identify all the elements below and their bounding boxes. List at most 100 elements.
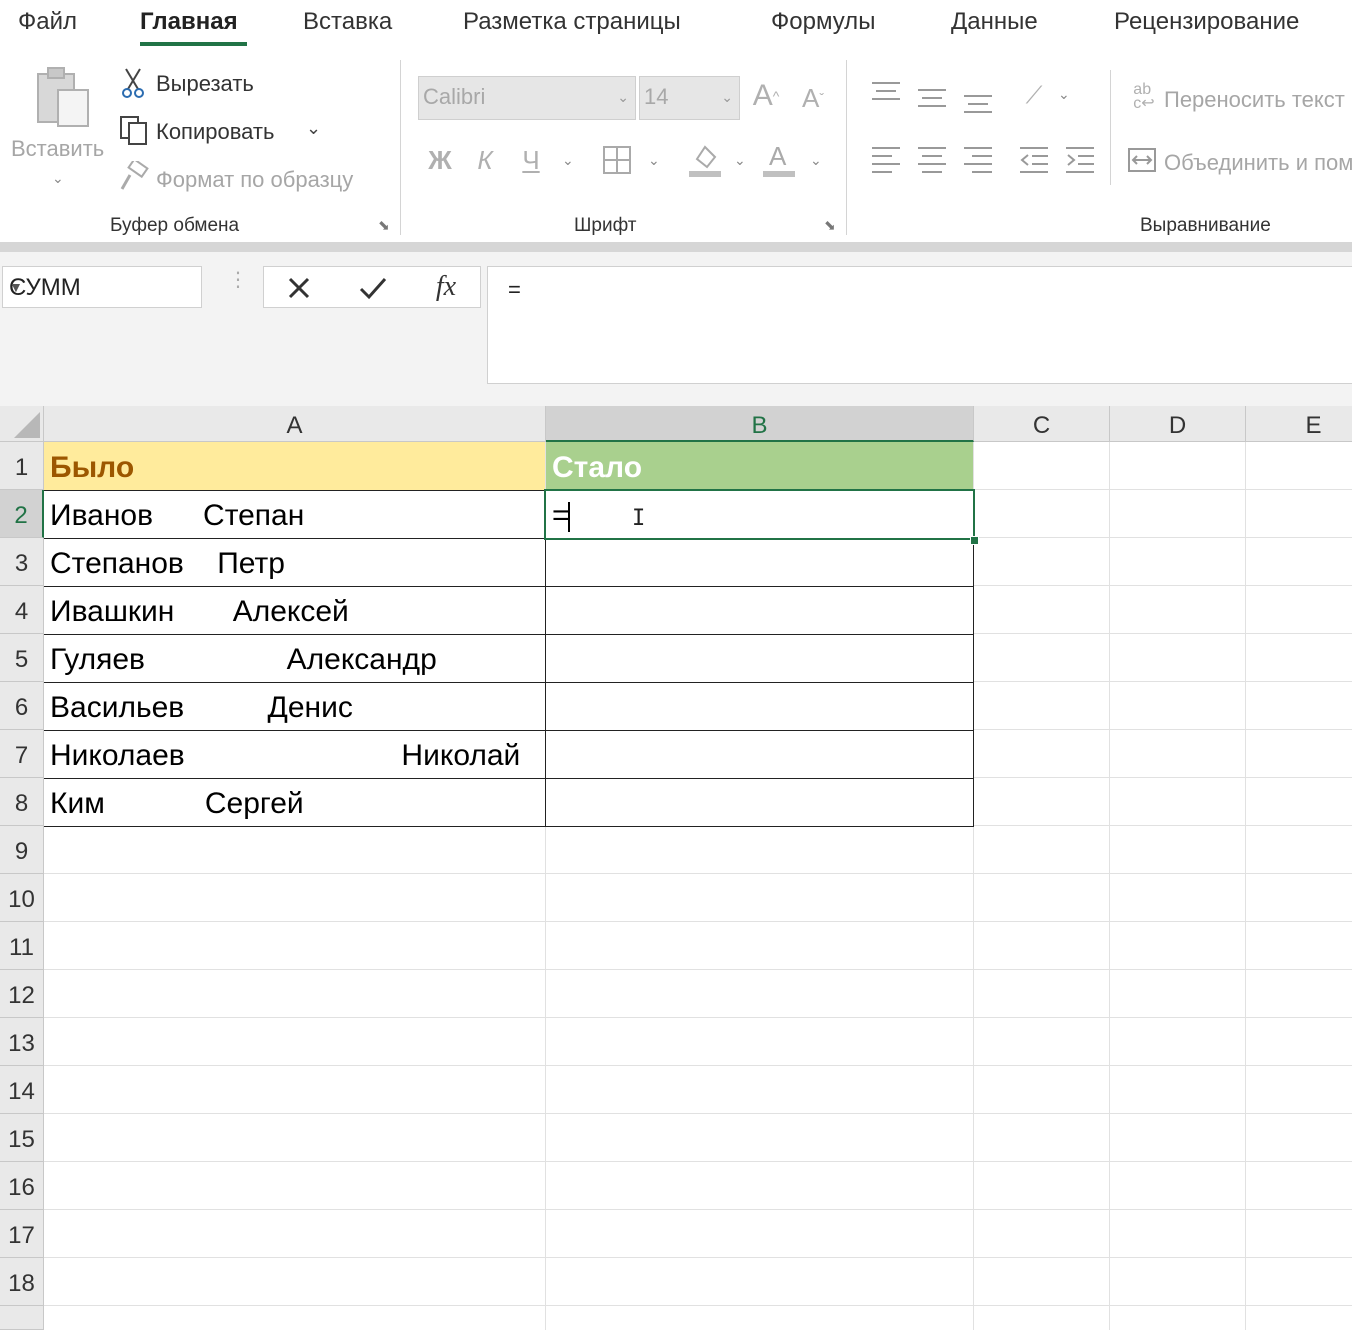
scissors-icon[interactable] (118, 66, 148, 100)
align-bottom-icon[interactable] (960, 88, 996, 118)
font-size-combo[interactable]: 14 ⌄ (639, 76, 740, 120)
row-header[interactable]: 5 (0, 634, 44, 682)
fill-handle[interactable] (970, 536, 979, 545)
align-right-icon[interactable] (960, 142, 996, 176)
row-header[interactable]: 8 (0, 778, 44, 826)
row-header[interactable]: 9 (0, 826, 44, 874)
cell-a7[interactable]: Николаев Николай (44, 730, 545, 778)
gridline (44, 1161, 1352, 1162)
table-border (44, 826, 974, 827)
row-header[interactable]: 10 (0, 874, 44, 922)
cancel-icon[interactable] (284, 273, 314, 303)
row-header[interactable]: 7 (0, 730, 44, 778)
gridline (1109, 442, 1110, 1330)
fill-color-icon[interactable] (688, 140, 722, 180)
row-header[interactable]: 13 (0, 1018, 44, 1066)
insert-function-icon[interactable]: fx (426, 269, 466, 305)
underline-chevron-icon[interactable]: ⌄ (562, 152, 574, 169)
column-header-b[interactable]: B (546, 406, 974, 442)
bold-button[interactable]: Ж (424, 142, 456, 178)
enter-check-icon[interactable] (356, 273, 390, 303)
cut-button[interactable]: Вырезать (156, 71, 254, 97)
cell-a8[interactable]: Ким Сергей (44, 778, 545, 826)
row-header[interactable]: 6 (0, 682, 44, 730)
gridline (44, 969, 1352, 970)
decrease-font-icon[interactable]: Aˇ (796, 80, 830, 116)
gridline (974, 585, 1352, 586)
wrap-text-icon[interactable]: ab c↩ (1128, 80, 1160, 114)
spreadsheet-grid[interactable]: A B C D E 1 2 3 4 5 6 7 8 9 10 11 12 13 … (0, 406, 1352, 1330)
font-launcher-icon[interactable]: ⬊ (824, 218, 838, 232)
cell-a5[interactable]: Гуляев Александр (44, 634, 545, 682)
copy-button[interactable]: Копировать (156, 119, 274, 145)
font-color-icon[interactable]: A (762, 140, 796, 180)
row-header[interactable]: 18 (0, 1258, 44, 1306)
column-header-e[interactable]: E (1246, 406, 1352, 442)
align-middle-icon[interactable] (914, 84, 950, 114)
decrease-indent-icon[interactable] (1016, 142, 1052, 176)
name-box[interactable]: СУММ ▼ (2, 266, 202, 308)
cell-b1-header[interactable]: Стало (546, 442, 973, 490)
cell-a2[interactable]: Иванов Степан (44, 490, 545, 538)
row-header[interactable]: 11 (0, 922, 44, 970)
font-color-chevron-icon[interactable]: ⌄ (810, 152, 822, 169)
column-header-a[interactable]: A (44, 406, 546, 442)
paste-chevron-icon[interactable]: ⌄ (52, 170, 64, 187)
tab-file[interactable]: Файл (18, 8, 77, 36)
gridline (974, 537, 1352, 538)
tab-data[interactable]: Данные (951, 8, 1038, 36)
chevron-down-icon: ⌄ (721, 89, 733, 105)
increase-indent-icon[interactable] (1062, 142, 1098, 176)
row-header[interactable]: 2 (0, 490, 44, 538)
italic-button[interactable]: К (470, 142, 500, 178)
merge-icon[interactable] (1126, 144, 1158, 176)
wrap-text-button[interactable]: Переносить текст (1164, 87, 1352, 113)
column-header-d[interactable]: D (1110, 406, 1246, 442)
row-header[interactable]: 15 (0, 1114, 44, 1162)
tab-home[interactable]: Главная (140, 8, 238, 36)
column-header-c[interactable]: C (974, 406, 1110, 442)
borders-chevron-icon[interactable]: ⌄ (648, 152, 660, 169)
font-name-combo[interactable]: Calibri ⌄ (418, 76, 636, 120)
underline-icon: Ч (522, 144, 540, 175)
copy-icon[interactable] (117, 113, 151, 147)
select-all-corner[interactable] (0, 406, 44, 442)
chevron-down-icon[interactable]: ▼ (9, 279, 191, 295)
cell-a4[interactable]: Ивашкин Алексей (44, 586, 545, 634)
align-center-icon[interactable] (914, 142, 950, 176)
tab-formulas[interactable]: Формулы (771, 8, 875, 36)
copy-chevron-icon[interactable]: ⌄ (306, 118, 321, 139)
row-header[interactable]: 14 (0, 1066, 44, 1114)
row-header[interactable]: 4 (0, 586, 44, 634)
cell-a1-header[interactable]: Было (44, 442, 545, 490)
paste-icon[interactable] (30, 66, 94, 130)
format-painter-icon[interactable] (117, 160, 151, 194)
align-left-icon[interactable] (868, 142, 904, 176)
paste-button[interactable]: Вставить (11, 136, 104, 162)
row-header[interactable]: 17 (0, 1210, 44, 1258)
resize-handle-icon[interactable]: ⋮ (228, 270, 248, 290)
row-header[interactable]: 12 (0, 970, 44, 1018)
orientation-icon[interactable]: ⟋ (1016, 78, 1052, 114)
clipboard-launcher-icon[interactable]: ⬊ (378, 218, 392, 232)
cell-a6[interactable]: Васильев Денис (44, 682, 545, 730)
merge-button[interactable]: Объединить и поместить в центре (1164, 150, 1352, 176)
row-header[interactable]: 1 (0, 442, 44, 490)
orientation-chevron-icon[interactable]: ⌄ (1058, 86, 1070, 103)
underline-button[interactable]: Ч (516, 142, 546, 178)
gridline (44, 1257, 1352, 1258)
tab-insert[interactable]: Вставка (303, 8, 392, 36)
align-top-icon[interactable] (868, 78, 904, 108)
format-painter-button[interactable]: Формат по образцу (156, 167, 353, 193)
row-header[interactable]: 16 (0, 1162, 44, 1210)
gridline (974, 825, 1352, 826)
tab-review[interactable]: Рецензирование (1114, 8, 1299, 36)
formula-input[interactable]: = (487, 266, 1352, 384)
borders-icon[interactable] (600, 142, 634, 178)
row-header (0, 1306, 44, 1330)
fill-color-chevron-icon[interactable]: ⌄ (734, 152, 746, 169)
tab-page-layout[interactable]: Разметка страницы (463, 8, 681, 36)
row-header[interactable]: 3 (0, 538, 44, 586)
increase-font-icon[interactable]: A ^ (748, 76, 784, 116)
cell-a3[interactable]: Степанов Петр (44, 538, 545, 586)
